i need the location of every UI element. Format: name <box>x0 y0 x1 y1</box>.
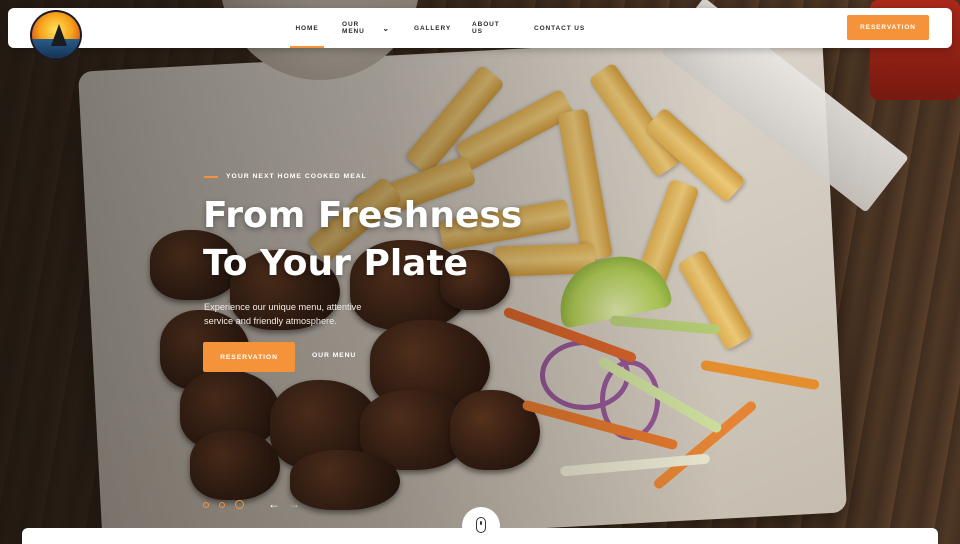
chevron-down-icon: ⌄ <box>382 23 390 33</box>
arrow-right-icon[interactable]: → <box>288 497 300 511</box>
main-nav: HOME OUR MENU ⌄ GALLERY ABOUT US CONTACT… <box>284 8 606 48</box>
hero-subtext: Experience our unique menu, attentive se… <box>204 302 362 326</box>
slider-dot-3[interactable] <box>235 500 244 509</box>
nav-contact-us-label: CONTACT US <box>534 24 586 32</box>
arrow-left-icon[interactable]: ← <box>268 497 280 511</box>
hero-headline-line1: From Freshness <box>203 195 523 236</box>
reservation-button-hero[interactable]: RESERVATION <box>203 342 295 372</box>
nav-about-us[interactable]: ABOUT US <box>460 8 522 48</box>
scroll-down-button[interactable] <box>462 507 500 544</box>
hero-headline-line2: To Your Plate <box>203 243 469 284</box>
nav-about-us-label: ABOUT US <box>472 21 500 35</box>
nav-contact-us[interactable]: CONTACT US <box>522 8 606 48</box>
slider-dot-1[interactable] <box>203 501 209 508</box>
reservation-button-nav[interactable]: RESERVATION <box>847 15 929 40</box>
slider-dot-2[interactable] <box>219 501 225 508</box>
hero-eyebrow-text: YOUR NEXT HOME COOKED MEAL <box>226 173 367 180</box>
logo-sail <box>51 24 67 46</box>
top-navbar: HOME OUR MENU ⌄ GALLERY ABOUT US CONTACT… <box>8 8 952 60</box>
hero-headline: From Freshness To Your Plate <box>203 192 563 288</box>
eyebrow-accent-line <box>204 175 218 178</box>
slider-arrows: ← → <box>268 497 308 511</box>
restaurant-logo[interactable] <box>30 10 82 60</box>
our-menu-link[interactable]: OUR MENU <box>312 352 356 359</box>
nav-home[interactable]: HOME <box>284 8 330 48</box>
nav-our-menu-label: OUR MENU <box>342 21 365 35</box>
nav-our-menu[interactable]: OUR MENU ⌄ <box>330 8 402 48</box>
nav-home-label: HOME <box>295 24 319 32</box>
hero-eyebrow: YOUR NEXT HOME COOKED MEAL <box>204 173 367 180</box>
mouse-icon <box>476 517 486 533</box>
nav-gallery-label: GALLERY <box>414 24 452 32</box>
slider-dots <box>203 500 254 509</box>
nav-gallery[interactable]: GALLERY <box>402 8 460 48</box>
